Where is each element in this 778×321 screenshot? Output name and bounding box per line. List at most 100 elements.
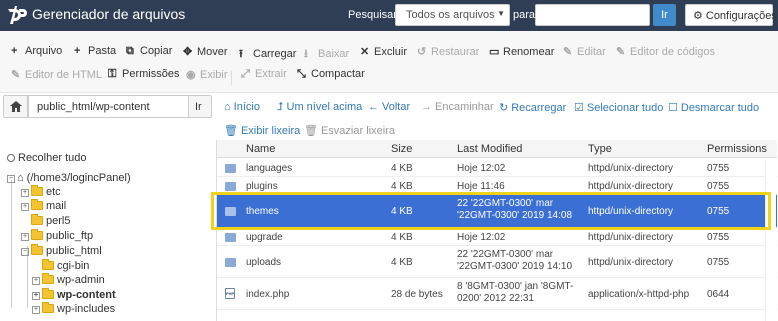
collapse-toggle-icon: − [7, 175, 15, 183]
upload-icon: ⭱ [239, 48, 243, 60]
html-editor-icon: ✎ [11, 69, 21, 81]
tree-item-mail[interactable]: + mail [21, 199, 66, 214]
forward-button[interactable]: → Encaminhar [421, 101, 494, 113]
search-scope-select[interactable]: Todos os arquivos ▼ [395, 4, 510, 26]
arrow-up-icon: ⮥ [277, 101, 284, 113]
table-header: Name Size Last Modified Type Permissions [217, 140, 777, 158]
up-level-button[interactable]: ⮥ Um nível acima [277, 101, 362, 114]
trash-icon: 🗑 [304, 125, 318, 137]
folder-icon [42, 302, 54, 313]
copy-button[interactable]: ⧉ Copiar [126, 45, 172, 58]
compress-button[interactable]: ⤡ Compactar [297, 68, 365, 81]
edit-button[interactable]: ✎ Editar [563, 45, 606, 58]
new-folder-button[interactable]: + Pasta [74, 45, 116, 57]
tree-item-public-ftp[interactable]: + public_ftp [21, 229, 93, 244]
collapse-icon [7, 154, 15, 162]
select-all-button[interactable]: ☑ Selecionar tudo [574, 101, 663, 114]
tree-item-cgi-bin[interactable]: cgi-bin [42, 259, 89, 274]
deselect-all-button[interactable]: ☐ Desmarcar tudo [668, 101, 759, 114]
table-row[interactable]: index.php 28 de bytes 8 '8GMT-0300' jan … [217, 278, 777, 310]
eye-icon: ◉ [186, 69, 196, 81]
restore-button[interactable]: ↺ Restaurar [417, 45, 479, 58]
tree-item-wp-content[interactable]: + wp-content [32, 288, 116, 303]
html-editor-button[interactable]: ✎ Editor de HTML [11, 68, 102, 81]
reload-button[interactable]: ↻ Recarregar [499, 101, 566, 114]
restore-icon: ↺ [417, 46, 427, 58]
table-row[interactable]: uploads 4 KB 22 '22GMT-0300' mar '22GMT-… [217, 246, 777, 278]
folder-icon [225, 258, 236, 267]
folder-icon [42, 273, 54, 284]
rename-button[interactable]: ▭ Renomear [489, 45, 554, 58]
toolbar-divider [231, 71, 232, 85]
code-editor-button[interactable]: ✎ Editor de códigos [616, 45, 715, 58]
download-button[interactable]: ⭳ Baixar [304, 45, 349, 64]
tree-item-perl5[interactable]: perl5 [31, 214, 70, 229]
column-header-permissions[interactable]: Permissions [707, 143, 767, 155]
file-type: httpd/unix-directory [588, 163, 674, 174]
path-go-button[interactable]: Ir [189, 95, 212, 118]
upload-button[interactable]: ⭱ Carregar [239, 45, 296, 64]
view-trash-button[interactable]: 🗑 Exibir lixeira [224, 124, 300, 137]
file-modified: Hoje 11:46 [457, 181, 505, 192]
column-header-name[interactable]: Name [246, 143, 275, 155]
home-icon: ⌂ [224, 101, 231, 113]
expand-toggle-icon: + [21, 189, 29, 197]
table-scrollbar[interactable] [765, 160, 776, 321]
permissions-button[interactable]: ⚿ Permissões [108, 68, 179, 81]
tree-item-public-html[interactable]: − public_html [21, 244, 102, 259]
delete-button[interactable]: ✕ Excluir [360, 45, 407, 58]
move-button[interactable]: ✥ Mover [183, 45, 228, 58]
copy-icon: ⧉ [126, 45, 134, 57]
folder-open-icon [42, 288, 54, 299]
column-header-size[interactable]: Size [391, 143, 412, 155]
empty-trash-button[interactable]: 🗑 Esvaziar lixeira [304, 124, 395, 137]
file-permissions: 0755 [707, 257, 730, 268]
column-header-type[interactable]: Type [588, 143, 612, 155]
highlight-annotation [211, 192, 771, 230]
toolbar: + Arquivo + Pasta ⧉ Copiar ✥ Mover ⭱ Carregar… [0, 31, 778, 93]
column-header-modified[interactable]: Last Modified [457, 143, 522, 155]
file-name: plugins [246, 181, 278, 192]
new-file-button[interactable]: + Arquivo [11, 45, 62, 57]
plus-icon: + [11, 45, 18, 57]
extract-icon: ⤢ [241, 68, 250, 80]
compress-icon: ⤡ [297, 68, 306, 80]
file-permissions: 0755 [707, 181, 730, 192]
home-path-button[interactable] [3, 95, 28, 118]
folder-icon [31, 185, 43, 196]
key-icon: ⚿ [108, 68, 117, 80]
tree-root[interactable]: − ⌂ (/home3/logincPanel) [7, 172, 131, 186]
file-permissions: 0755 [707, 163, 730, 174]
settings-button[interactable]: ⚙ Configurações [685, 4, 777, 26]
collapse-all-button[interactable]: Recolher tudo [7, 152, 87, 164]
file-type: httpd/unix-directory [588, 232, 674, 243]
file-permissions: 0644 [707, 289, 730, 300]
tree-item-etc[interactable]: + etc [21, 185, 61, 200]
extract-button[interactable]: ⤢ Extrair [241, 68, 287, 81]
download-icon: ⭳ [304, 48, 308, 60]
file-name: languages [246, 163, 293, 174]
file-table: Name Size Last Modified Type Permissions… [216, 140, 777, 321]
search-go-button[interactable]: Ir [653, 4, 676, 26]
path-input[interactable]: public_html/wp-content [28, 95, 189, 118]
house-icon: ⌂ [17, 172, 24, 184]
top-bar: Gerenciador de arquivos Pesquisar Todos … [0, 0, 778, 31]
home-icon [10, 101, 22, 112]
table-row[interactable]: upgrade 4 KB Hoje 12:02 httpd/unix-direc… [217, 228, 777, 246]
arrow-right-icon: → [421, 101, 432, 113]
file-type: application/x-httpd-php [588, 289, 690, 300]
folder-icon [31, 199, 43, 210]
file-modified: Hoje 12:02 [457, 232, 506, 243]
file-modified: Hoje 12:02 [457, 163, 506, 174]
refresh-icon: ↻ [499, 102, 509, 114]
home-nav-button[interactable]: ⌂ Início [224, 101, 260, 113]
search-input[interactable] [535, 4, 650, 26]
table-row[interactable]: languages 4 KB Hoje 12:02 httpd/unix-dir… [217, 159, 777, 177]
trash-icon: 🗑 [224, 125, 238, 137]
cpanel-logo-icon [8, 6, 27, 24]
tree-item-wp-includes[interactable]: + wp-includes [32, 302, 115, 317]
view-button[interactable]: ◉ Exibir [186, 68, 228, 81]
rename-icon: ▭ [489, 46, 500, 58]
tree-item-wp-admin[interactable]: + wp-admin [32, 273, 105, 288]
back-button[interactable]: ← Voltar [368, 101, 410, 113]
